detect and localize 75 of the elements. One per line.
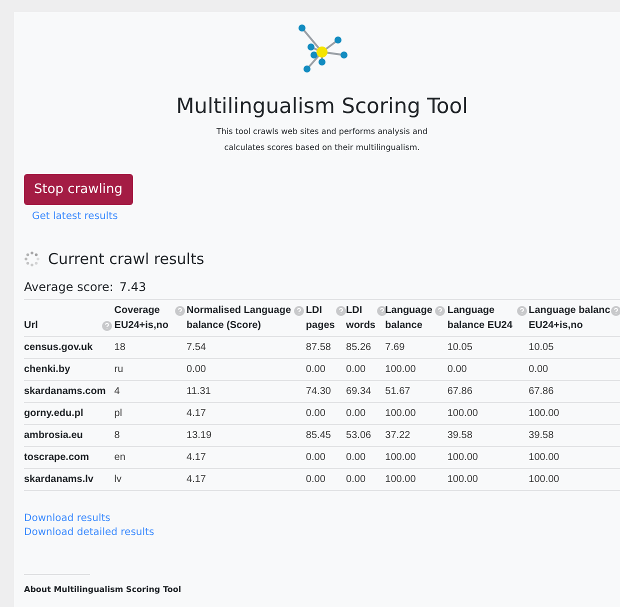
page-title: Multilingualism Scoring Tool (176, 94, 468, 118)
table-cell: 0.00 (346, 452, 366, 463)
table-cell: 74.30 (306, 386, 331, 397)
section-title: Current crawl results (48, 250, 204, 268)
table-cell: 69.34 (346, 386, 372, 397)
url-cell: ambrosia.eu (24, 430, 83, 441)
table-cell: 100.00 (447, 474, 478, 485)
stop-crawling-button[interactable]: Stop crawling (24, 174, 132, 205)
column-header: Language balance (385, 304, 432, 333)
table-cell: 0.00 (306, 364, 326, 375)
table-cell: ru (114, 364, 124, 375)
table-cell: 0.00 (528, 364, 548, 375)
url-cell: skardanams.com (24, 386, 106, 397)
table-cell: 100.00 (385, 474, 416, 485)
table-cell: 0.00 (186, 364, 206, 375)
table-cell: 8 (114, 430, 120, 441)
table-cell: 0.00 (346, 474, 366, 485)
table-cell: 0.00 (346, 364, 366, 375)
download-link[interactable]: Download detailed results (24, 527, 154, 538)
table-cell: 4.17 (186, 452, 206, 463)
column-header: Normalised Language balance (Score) (186, 304, 291, 333)
table-cell: 37.22 (385, 430, 410, 441)
average-score-label: Average score: (24, 280, 114, 294)
table-cell: 85.45 (306, 430, 331, 441)
description: This tool crawls web sites and performs analysis and calculates scores based on their multilingualism. (216, 126, 428, 154)
table-cell: lv (114, 474, 122, 485)
latest-results-link[interactable]: Get latest results (32, 211, 118, 222)
table-cell: 0.00 (447, 364, 467, 375)
column-header: Language balanc EU24+is,no (528, 304, 610, 333)
table-cell: 87.58 (306, 342, 331, 353)
table-cell: 100.00 (385, 408, 416, 419)
table-cell: 67.86 (447, 386, 472, 397)
table-cell: 4 (114, 386, 120, 397)
column-header: LDI words (346, 304, 376, 333)
table-cell: 11.31 (186, 386, 211, 397)
table-cell: 7.54 (186, 342, 206, 353)
table-cell: 53.06 (346, 430, 372, 441)
table-cell: 0.00 (306, 474, 326, 485)
url-cell: gorny.edu.pl (24, 408, 84, 419)
url-cell: toscrape.com (24, 452, 90, 463)
table-cell: 4.17 (186, 408, 206, 419)
table-cell: 100.00 (385, 364, 416, 375)
table-cell: 67.86 (528, 386, 554, 397)
url-cell: skardanams.lv (24, 474, 94, 485)
table-cell: en (114, 452, 126, 463)
column-header: Coverage EU24+is,no (114, 304, 168, 333)
table-cell: 100.00 (528, 474, 560, 485)
table-cell: 0.00 (346, 408, 366, 419)
table-cell: 100.00 (528, 452, 560, 463)
table-cell: 0.00 (306, 452, 326, 463)
table-cell: 100.00 (528, 408, 560, 419)
table-cell: 39.58 (528, 430, 554, 441)
table-cell: 10.05 (447, 342, 472, 353)
table-cell: 100.00 (385, 452, 416, 463)
footer-title: About Multilingualism Scoring Tool (24, 585, 182, 594)
table-cell: 100.00 (447, 452, 478, 463)
url-cell: census.gov.uk (24, 342, 93, 353)
help-icon[interactable] (376, 306, 386, 316)
table-cell: 39.58 (447, 430, 472, 441)
table-cell: pl (114, 408, 122, 419)
column-header: LDI pages (306, 304, 335, 333)
column-header: Language balance EU24 (447, 304, 512, 333)
table-cell: 7.69 (385, 342, 405, 353)
table-cell: 85.26 (346, 342, 372, 353)
table-cell: 10.05 (528, 342, 554, 353)
table-cell: 13.19 (186, 430, 212, 441)
url-cell: chenki.by (24, 364, 70, 375)
download-link[interactable]: Download results (24, 513, 110, 524)
table-cell: 100.00 (447, 408, 478, 419)
column-header: Url (24, 319, 38, 333)
table-cell: 4.17 (186, 474, 206, 485)
table-cell: 0.00 (306, 408, 326, 419)
table-cell: 18 (114, 342, 126, 353)
table-cell: 51.67 (385, 386, 410, 397)
average-score-value: 7.43 (119, 280, 146, 294)
